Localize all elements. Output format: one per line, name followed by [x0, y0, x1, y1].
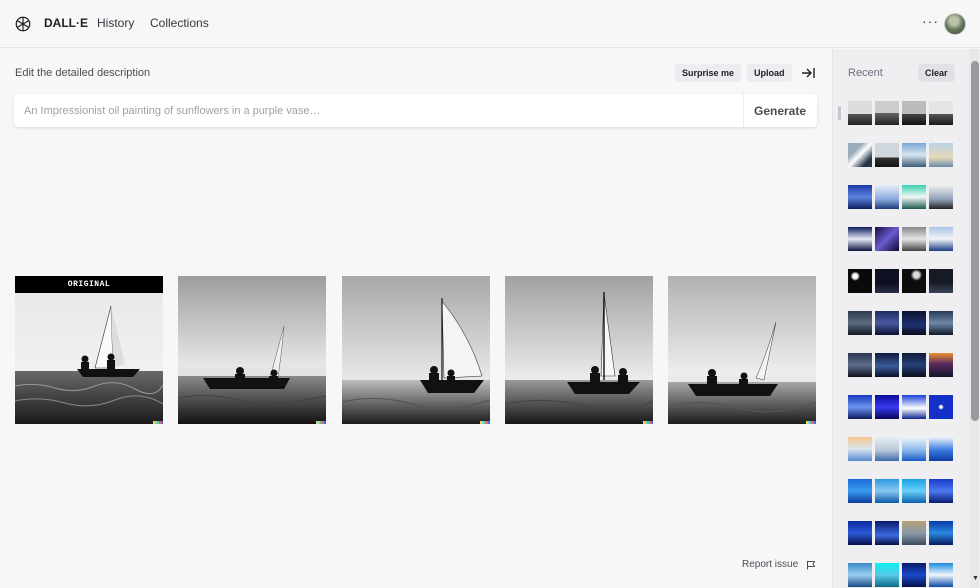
sailboat-photo-original — [15, 276, 163, 424]
original-badge: ORIGINAL — [15, 276, 163, 293]
recent-thumbnail[interactable] — [929, 437, 953, 461]
scroll-down-icon[interactable]: ▼ — [972, 575, 979, 582]
sidebar-resize-handle[interactable] — [838, 106, 841, 120]
nav-collections[interactable]: Collections — [150, 16, 209, 30]
recent-thumbnail[interactable] — [929, 185, 953, 209]
sidebar-scrollbar-thumb[interactable] — [971, 61, 979, 421]
recent-thumbnail[interactable] — [848, 227, 872, 251]
recent-thumbnail[interactable] — [929, 269, 953, 293]
recent-thumbnail[interactable] — [848, 311, 872, 335]
dalle-signature — [153, 421, 163, 424]
report-issue-link[interactable]: Report issue — [742, 559, 798, 570]
recent-thumbnail[interactable] — [929, 563, 953, 587]
sailboat-photo-variation — [668, 276, 816, 424]
image-original[interactable]: ORIGINAL — [15, 276, 163, 424]
recent-thumbnail[interactable] — [902, 395, 926, 419]
top-bar: DALL·E History Collections ··· — [0, 0, 980, 48]
recent-thumbnail[interactable] — [902, 269, 926, 293]
recent-thumbnail[interactable] — [902, 521, 926, 545]
recent-thumbnail[interactable] — [848, 437, 872, 461]
recent-thumbnail[interactable] — [902, 101, 926, 125]
user-avatar[interactable] — [944, 13, 966, 35]
recent-thumbnail[interactable] — [848, 479, 872, 503]
recent-thumbnail[interactable] — [848, 101, 872, 125]
clear-button[interactable]: Clear — [918, 64, 955, 82]
recent-thumbnail[interactable] — [902, 563, 926, 587]
recent-thumbnail[interactable] — [875, 395, 899, 419]
sailboat-photo-variation — [178, 276, 326, 424]
image-variation-2[interactable] — [342, 276, 490, 424]
recent-thumbnail[interactable] — [848, 395, 872, 419]
generate-button[interactable]: Generate — [754, 104, 806, 118]
recent-thumbnail[interactable] — [875, 311, 899, 335]
recent-thumbnail[interactable] — [848, 143, 872, 167]
recent-thumbnail[interactable] — [848, 269, 872, 293]
recent-thumbnail[interactable] — [902, 185, 926, 209]
generate-divider — [743, 94, 744, 127]
surprise-me-button[interactable]: Surprise me — [675, 64, 742, 82]
recent-thumbnail[interactable] — [902, 353, 926, 377]
edit-description-label: Edit the detailed description — [15, 67, 151, 79]
recent-thumbnail[interactable] — [902, 227, 926, 251]
upload-button[interactable]: Upload — [747, 64, 792, 82]
recent-thumbnail[interactable] — [875, 101, 899, 125]
recent-thumbnail[interactable] — [902, 437, 926, 461]
recent-thumbnail[interactable] — [929, 227, 953, 251]
prompt-input[interactable] — [24, 94, 739, 127]
recent-thumbnail[interactable] — [875, 479, 899, 503]
image-variation-3[interactable] — [505, 276, 653, 424]
recent-thumbnail[interactable] — [848, 185, 872, 209]
more-options-icon[interactable]: ··· — [922, 13, 939, 29]
recent-thumbnail[interactable] — [875, 185, 899, 209]
recent-thumbnail[interactable] — [875, 227, 899, 251]
recent-thumbnail[interactable] — [875, 521, 899, 545]
recent-sidebar: Recent Clear ▼ — [832, 49, 980, 588]
recent-thumbnail[interactable] — [929, 479, 953, 503]
recent-thumbnail[interactable] — [875, 143, 899, 167]
recent-thumbnail[interactable] — [902, 479, 926, 503]
recent-thumbnail[interactable] — [875, 353, 899, 377]
flag-icon[interactable] — [806, 560, 816, 570]
recent-thumbnail[interactable] — [875, 563, 899, 587]
dalle-signature — [643, 421, 653, 424]
recent-thumbnail[interactable] — [848, 521, 872, 545]
recent-thumbnail[interactable] — [929, 395, 953, 419]
collapse-sidebar-icon[interactable] — [801, 67, 815, 79]
recent-thumbnail[interactable] — [875, 437, 899, 461]
recent-thumbnail[interactable] — [929, 143, 953, 167]
dalle-signature — [316, 421, 326, 424]
recent-thumbnail[interactable] — [848, 563, 872, 587]
dalle-signature — [480, 421, 490, 424]
recent-thumbnail[interactable] — [929, 353, 953, 377]
recent-thumbnail[interactable] — [875, 269, 899, 293]
prompt-box: Generate — [14, 94, 817, 127]
nav-brand-dalle[interactable]: DALL·E — [44, 16, 88, 30]
recent-thumbnail[interactable] — [929, 101, 953, 125]
recent-thumbnail[interactable] — [848, 353, 872, 377]
recent-label: Recent — [848, 67, 883, 79]
recent-thumbnail[interactable] — [929, 311, 953, 335]
sailboat-photo-variation — [342, 276, 490, 424]
image-variation-1[interactable] — [178, 276, 326, 424]
image-variation-4[interactable] — [668, 276, 816, 424]
recent-thumbnail[interactable] — [902, 311, 926, 335]
sailboat-photo-variation — [505, 276, 653, 424]
dalle-signature — [806, 421, 816, 424]
nav-history[interactable]: History — [97, 16, 134, 30]
openai-logo-icon[interactable] — [14, 15, 32, 33]
recent-thumbnail[interactable] — [929, 521, 953, 545]
recent-thumbnail-grid — [848, 101, 956, 588]
recent-thumbnail[interactable] — [902, 143, 926, 167]
